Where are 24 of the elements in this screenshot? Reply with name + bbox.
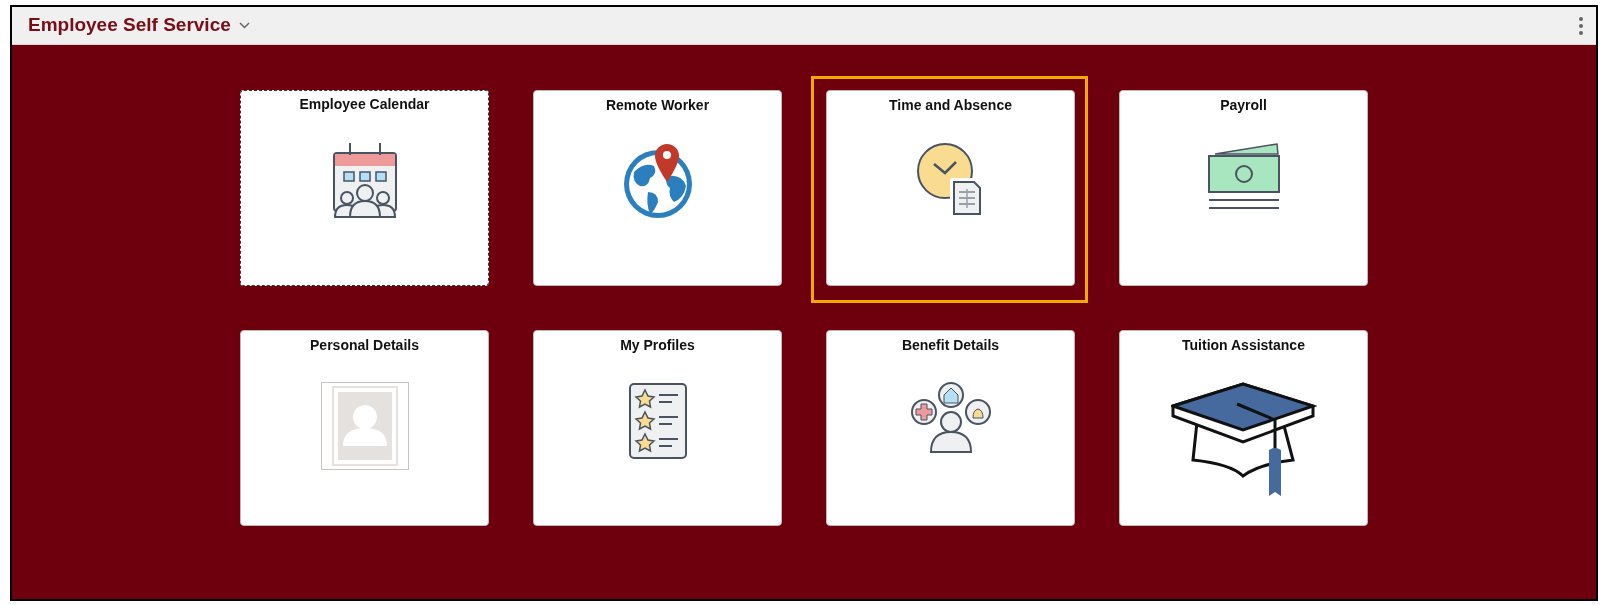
tile-title: Time and Absence <box>889 96 1012 114</box>
tile-title: Tuition Assistance <box>1182 336 1305 354</box>
tile-title: Employee Calendar <box>299 95 430 113</box>
person-benefits-icon <box>910 382 991 454</box>
tile-title: Remote Worker <box>605 96 710 114</box>
app-tile[interactable]: Employee Calendar <box>240 90 489 286</box>
app-tile[interactable]: Tuition Assistance <box>1119 330 1368 526</box>
tile-title: Personal Details <box>310 336 419 354</box>
graduation-cap-icon <box>1170 382 1317 498</box>
tile-title: Payroll <box>1220 96 1267 114</box>
star-list-icon <box>627 382 688 460</box>
chevron-down-icon <box>238 22 250 29</box>
app-tile[interactable]: Personal Details <box>240 330 489 526</box>
app-tile[interactable]: Time and Absence <box>826 90 1075 286</box>
app-tile[interactable]: Payroll <box>1119 90 1368 286</box>
person-placeholder-icon <box>320 382 409 470</box>
tile-title: Benefit Details <box>901 336 1000 354</box>
app-tile[interactable]: My Profiles <box>533 330 782 526</box>
app-tile[interactable]: Remote Worker <box>533 90 782 286</box>
banknote-icon <box>1206 142 1281 210</box>
page-title-dropdown[interactable]: Employee Self Service <box>28 11 250 40</box>
app-tile[interactable]: Benefit Details <box>826 330 1075 526</box>
tile-title: My Profiles <box>620 336 695 354</box>
calendar-people-icon <box>331 141 398 219</box>
